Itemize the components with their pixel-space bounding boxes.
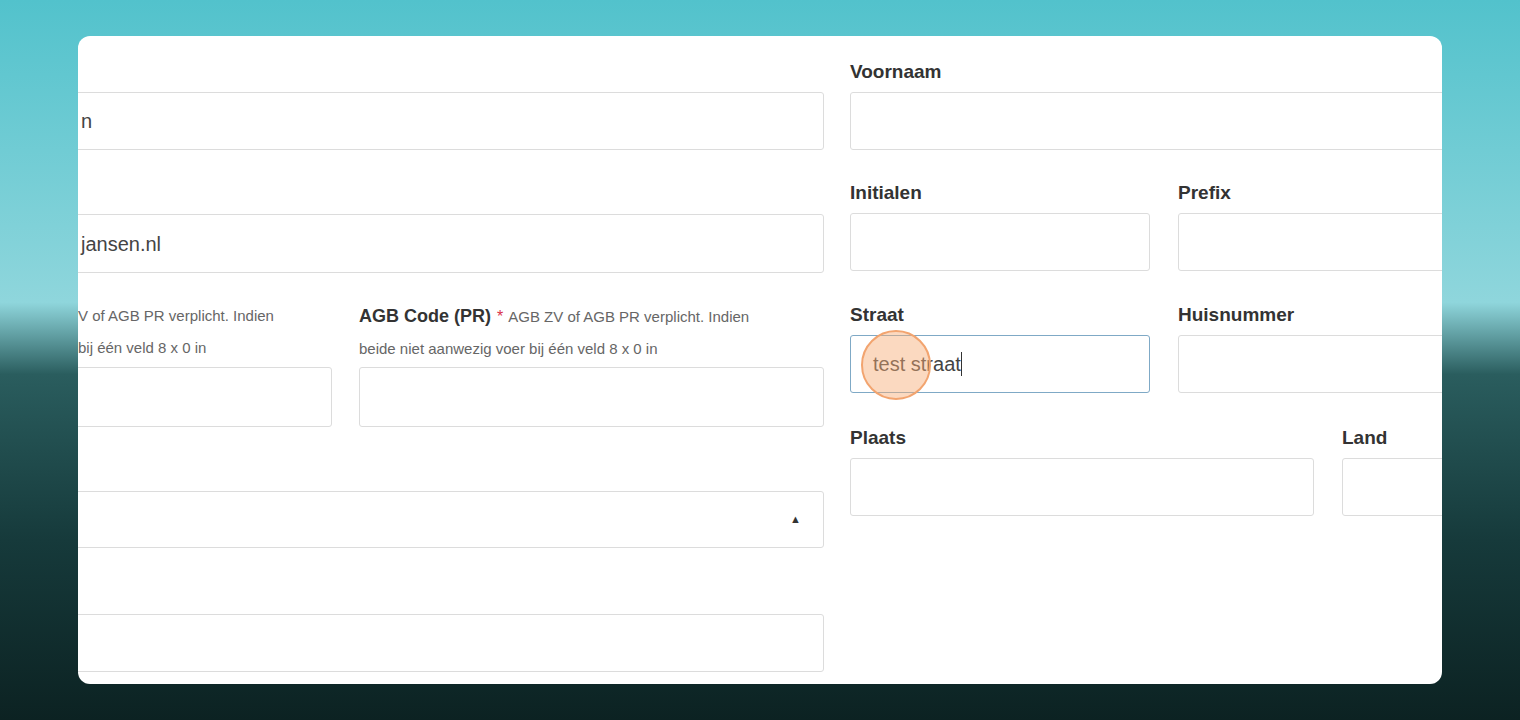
text-field[interactable]: jansen.nl <box>78 214 824 273</box>
field-row: Straat test straat Huisnummer <box>850 303 1442 393</box>
agb-row: V of AGB PR verplicht. Indienbij één vel… <box>78 300 824 427</box>
field-label: AGB Code (PR)*AGB ZV of AGB PR verplicht… <box>359 300 824 364</box>
field-label: V of AGB PR verplicht. Indienbij één vel… <box>78 300 332 364</box>
text-field[interactable] <box>78 367 332 427</box>
text-field[interactable] <box>1342 458 1442 516</box>
form-field: Straat test straat <box>850 303 1150 393</box>
field-row: Voornaam <box>850 60 1442 150</box>
field-label: Initialen <box>850 181 1150 205</box>
field-row: Initialen Prefix <box>850 181 1442 271</box>
form-field: Huisnummer <box>1178 303 1442 393</box>
text-field[interactable] <box>850 92 1442 150</box>
field-label: Plaats <box>850 426 1314 450</box>
text-field[interactable] <box>78 614 824 672</box>
field-row: Plaats Land <box>850 426 1442 516</box>
text-field[interactable] <box>1178 213 1442 271</box>
page: n jansen.nl V of AGB PR verplicht. Indienb… <box>0 0 1520 720</box>
agb-field: AGB Code (PR)*AGB ZV of AGB PR verplicht… <box>359 300 824 427</box>
caret-icon: ▲ <box>790 511 801 528</box>
select-field[interactable]: ▲ <box>78 491 824 548</box>
text-field[interactable] <box>359 367 824 427</box>
text-field[interactable] <box>850 213 1150 271</box>
field-label: Prefix <box>1178 181 1442 205</box>
form-field: Initialen <box>850 181 1150 271</box>
text-cursor <box>961 352 962 376</box>
field-label: Straat <box>850 303 1150 327</box>
agb-field: V of AGB PR verplicht. Indienbij één vel… <box>78 300 332 427</box>
field-label: Huisnummer <box>1178 303 1442 327</box>
right-column: Voornaam Initialen Prefix Straat test straat… <box>850 36 1442 684</box>
form-field: Land <box>1342 426 1442 516</box>
form-field: Voornaam <box>850 60 1442 150</box>
text-field[interactable]: n <box>78 92 824 150</box>
text-field[interactable]: test straat <box>850 335 1150 393</box>
click-marker <box>861 330 931 400</box>
field-label: Voornaam <box>850 60 1442 84</box>
text-field[interactable] <box>850 458 1314 516</box>
left-column: n jansen.nl V of AGB PR verplicht. Indienb… <box>78 36 824 684</box>
form-field: Prefix <box>1178 181 1442 271</box>
form-card: n jansen.nl V of AGB PR verplicht. Indienb… <box>78 36 1442 684</box>
form-field: Plaats <box>850 426 1314 516</box>
field-label: Land <box>1342 426 1442 450</box>
text-field[interactable] <box>1178 335 1442 393</box>
